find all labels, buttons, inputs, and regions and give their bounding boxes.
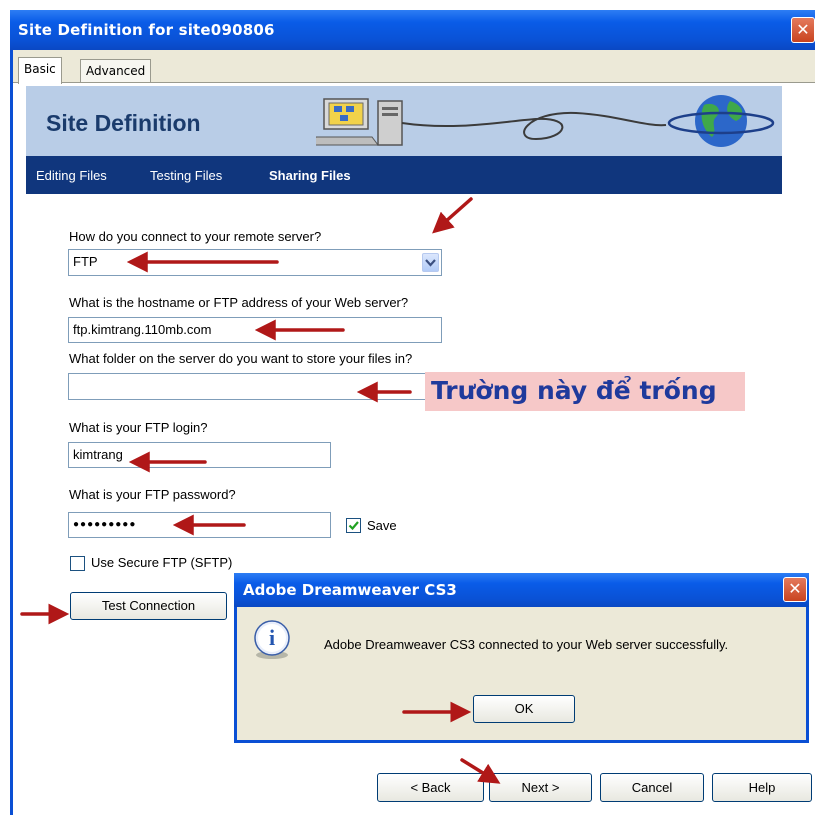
test-connection-button[interactable]: Test Connection <box>70 592 227 620</box>
ftp-login-input[interactable]: kimtrang <box>68 442 331 468</box>
help-button[interactable]: Help <box>712 773 812 802</box>
back-label: < Back <box>410 780 451 795</box>
folder-question: What folder on the server do you want to… <box>69 351 413 366</box>
back-button[interactable]: < Back <box>377 773 484 802</box>
success-dialog-title-bar: Adobe Dreamweaver CS3 <box>234 573 809 607</box>
chevron-down-icon[interactable] <box>422 253 439 272</box>
checkmark-icon <box>348 521 359 531</box>
save-label[interactable]: Save <box>367 518 397 533</box>
window-title-bar: Site Definition for site090806 <box>10 10 815 50</box>
next-button[interactable]: Next > <box>489 773 592 802</box>
cancel-label: Cancel <box>631 780 673 795</box>
ftp-password-value: ●●●●●●●●● <box>73 519 137 530</box>
computer-globe-illustration <box>316 95 775 147</box>
window-title: Site Definition for site090806 <box>18 21 275 39</box>
test-connection-label: Test Connection <box>101 598 196 613</box>
cancel-button[interactable]: Cancel <box>600 773 704 802</box>
success-dialog-title: Adobe Dreamweaver CS3 <box>243 581 457 599</box>
tab-advanced[interactable]: Advanced <box>80 59 152 82</box>
help-label: Help <box>748 780 776 795</box>
ftp-host-input[interactable]: ftp.kimtrang.110mb.com <box>68 317 442 343</box>
remote-folder-input[interactable] <box>68 373 442 400</box>
annotation-note: Trường này để trống <box>425 372 745 411</box>
site-definition-banner: Site Definition <box>26 86 782 156</box>
wizard-nav-bar: Editing Files Testing Files Sharing File… <box>26 156 782 194</box>
nav-testing-files[interactable]: Testing Files <box>150 168 222 183</box>
success-message: Adobe Dreamweaver CS3 connected to your … <box>324 637 729 652</box>
ok-button[interactable]: OK <box>473 695 575 723</box>
sftp-checkbox[interactable] <box>70 556 85 571</box>
info-icon-glyph: i <box>268 625 276 650</box>
nav-sharing-files[interactable]: Sharing Files <box>269 168 351 183</box>
connection-type-value: FTP <box>73 254 98 269</box>
tab-advanced-label: Advanced <box>86 64 146 78</box>
close-icon: ✕ <box>788 579 802 598</box>
save-checkbox[interactable] <box>346 518 361 533</box>
close-button[interactable]: ✕ <box>791 17 815 43</box>
tab-basic[interactable]: Basic <box>18 57 62 84</box>
connection-type-select[interactable]: FTP <box>68 249 442 276</box>
info-icon: i <box>252 619 294 661</box>
sftp-label[interactable]: Use Secure FTP (SFTP) <box>91 555 232 570</box>
ftp-login-value: kimtrang <box>73 447 123 462</box>
ok-label: OK <box>514 701 534 716</box>
ftp-password-input[interactable]: ●●●●●●●●● <box>68 512 331 538</box>
next-label: Next > <box>521 780 560 795</box>
close-icon: ✕ <box>796 20 810 39</box>
tab-basic-label: Basic <box>24 62 56 76</box>
success-dialog-close-button[interactable]: ✕ <box>783 577 807 602</box>
login-question: What is your FTP login? <box>69 420 208 435</box>
ftp-host-value: ftp.kimtrang.110mb.com <box>73 322 212 337</box>
banner-title: Site Definition <box>46 110 201 136</box>
connect-question: How do you connect to your remote server… <box>69 229 322 244</box>
host-question: What is the hostname or FTP address of y… <box>69 295 409 310</box>
nav-editing-files[interactable]: Editing Files <box>36 168 107 183</box>
password-question: What is your FTP password? <box>69 487 236 502</box>
annotation-note-text: Trường này để trống <box>431 376 717 405</box>
